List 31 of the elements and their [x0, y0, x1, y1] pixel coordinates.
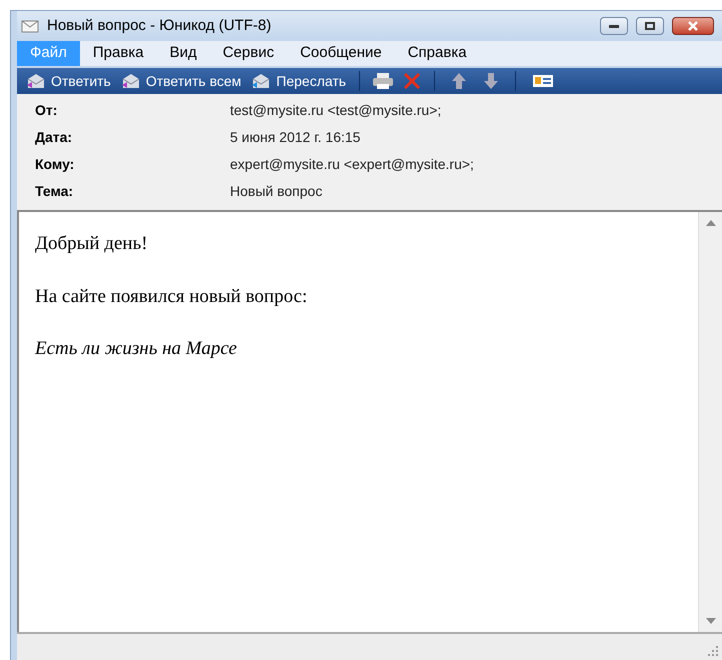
envelope-icon — [21, 19, 39, 33]
header-value: Новый вопрос — [230, 182, 324, 201]
header-value: 5 июня 2012 г. 16:15 — [230, 128, 362, 147]
menu-item[interactable]: Правка — [80, 41, 157, 66]
window-title: Новый вопрос - Юникод (UTF-8) — [47, 16, 272, 36]
envelope-icon — [120, 73, 141, 89]
close-button[interactable] — [672, 17, 714, 35]
header-label: Дата: — [35, 128, 74, 147]
envelope-icon — [251, 73, 272, 89]
header-value: expert@mysite.ru <expert@mysite.ru>; — [230, 155, 475, 174]
message-paragraph: Есть ли жизнь на Марсе — [35, 337, 238, 361]
envelope-icon — [26, 73, 46, 89]
toolbar-button[interactable]: Переслать — [246, 70, 352, 92]
menu-item[interactable]: Сервис — [210, 41, 288, 66]
header-label: От: — [35, 101, 58, 120]
header-value: test@mysite.ru <test@mysite.ru>; — [230, 101, 442, 120]
header-label: Кому: — [35, 155, 76, 174]
menu-item[interactable]: Сообщение — [287, 41, 395, 66]
scroll-down-icon[interactable] — [706, 618, 716, 624]
message-paragraph: На сайте появился новый вопрос: — [35, 284, 308, 308]
toolbar-button[interactable]: Ответить всем — [116, 70, 246, 92]
resize-grip-icon[interactable] — [708, 646, 718, 656]
message-paragraph: Добрый день! — [35, 232, 149, 256]
minimize-button[interactable] — [600, 17, 628, 35]
close-icon — [687, 21, 699, 31]
scroll-up-icon[interactable] — [706, 220, 716, 226]
menu-item[interactable]: Вид — [156, 41, 210, 66]
header-label: Тема: — [35, 182, 74, 201]
menu-item[interactable]: Справка — [394, 41, 480, 66]
maximize-button[interactable] — [636, 17, 664, 35]
toolbar-button[interactable]: Ответить — [21, 70, 116, 92]
